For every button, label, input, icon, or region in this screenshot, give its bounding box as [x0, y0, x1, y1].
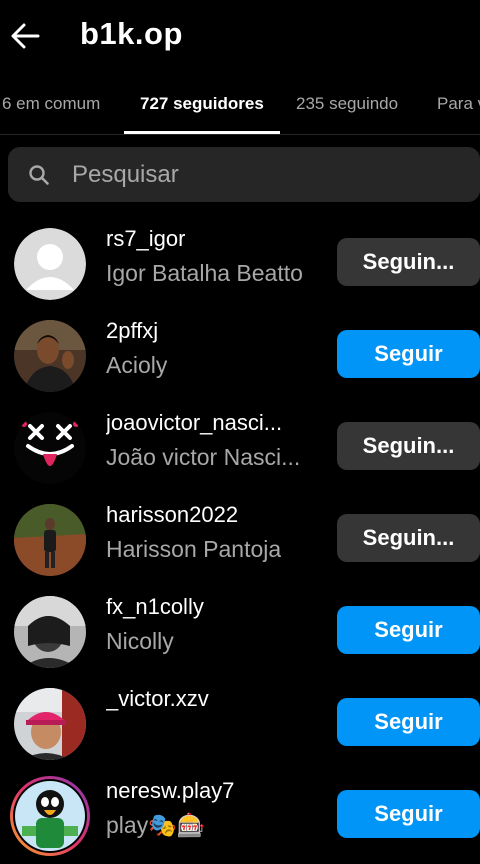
avatar[interactable]: [14, 504, 86, 576]
tab-bar: 6 em comum 727 seguidores 235 seguindo P…: [0, 72, 480, 135]
full-name: Harisson Pantoja: [106, 536, 282, 562]
avatar[interactable]: [14, 596, 86, 668]
username: neresw.play7: [106, 778, 235, 803]
tab-following[interactable]: 235 seguindo: [296, 94, 398, 114]
username: 2pffxj: [106, 318, 159, 343]
follow-button[interactable]: Seguir: [337, 606, 480, 654]
list-item[interactable]: harisson2022 Harisson Pantoja Seguin...: [0, 498, 480, 588]
follow-button[interactable]: Seguir: [337, 790, 480, 838]
following-button[interactable]: Seguin...: [337, 514, 480, 562]
list-item[interactable]: 2pffxj Acioly Seguir: [0, 314, 480, 404]
full-name: play🎭🎰: [106, 812, 206, 838]
list-item[interactable]: joaovictor_nasci... João victor Nasci...…: [0, 406, 480, 496]
tab-mutual[interactable]: 6 em comum: [2, 94, 100, 114]
tab-suggested[interactable]: Para v: [437, 94, 480, 114]
username: harisson2022: [106, 502, 239, 527]
avatar-story-ring[interactable]: [8, 774, 92, 858]
full-name: Igor Batalha Beatto: [106, 260, 303, 286]
back-arrow-icon[interactable]: [8, 16, 42, 56]
username: fx_n1colly: [106, 594, 204, 619]
avatar[interactable]: [14, 688, 86, 760]
full-name: Nicolly: [106, 628, 174, 654]
following-button[interactable]: Seguin...: [337, 422, 480, 470]
username: _victor.xzv: [106, 686, 209, 711]
tab-followers[interactable]: 727 seguidores: [140, 94, 264, 114]
avatar[interactable]: [14, 320, 86, 392]
username: rs7_igor: [106, 226, 186, 251]
username: joaovictor_nasci...: [106, 410, 283, 435]
list-item[interactable]: _victor.xzv Seguir: [0, 682, 480, 772]
full-name: Acioly: [106, 352, 168, 378]
search-icon: [28, 164, 50, 186]
follow-button[interactable]: Seguir: [337, 330, 480, 378]
avatar-default-icon[interactable]: [14, 228, 86, 300]
search-input[interactable]: [70, 155, 454, 195]
active-tab-indicator: [124, 131, 280, 134]
list-item[interactable]: fx_n1colly Nicolly Seguir: [0, 590, 480, 680]
avatar[interactable]: [14, 412, 86, 484]
list-item[interactable]: rs7_igor Igor Batalha Beatto Seguin...: [0, 222, 480, 312]
list-item[interactable]: neresw.play7 play🎭🎰 Seguir: [0, 774, 480, 864]
follow-button[interactable]: Seguir: [337, 698, 480, 746]
full-name: João victor Nasci...: [106, 444, 301, 470]
header: b1k.op: [0, 0, 480, 72]
following-button[interactable]: Seguin...: [337, 238, 480, 286]
search-bar: [8, 147, 480, 202]
page-title: b1k.op: [80, 16, 183, 51]
